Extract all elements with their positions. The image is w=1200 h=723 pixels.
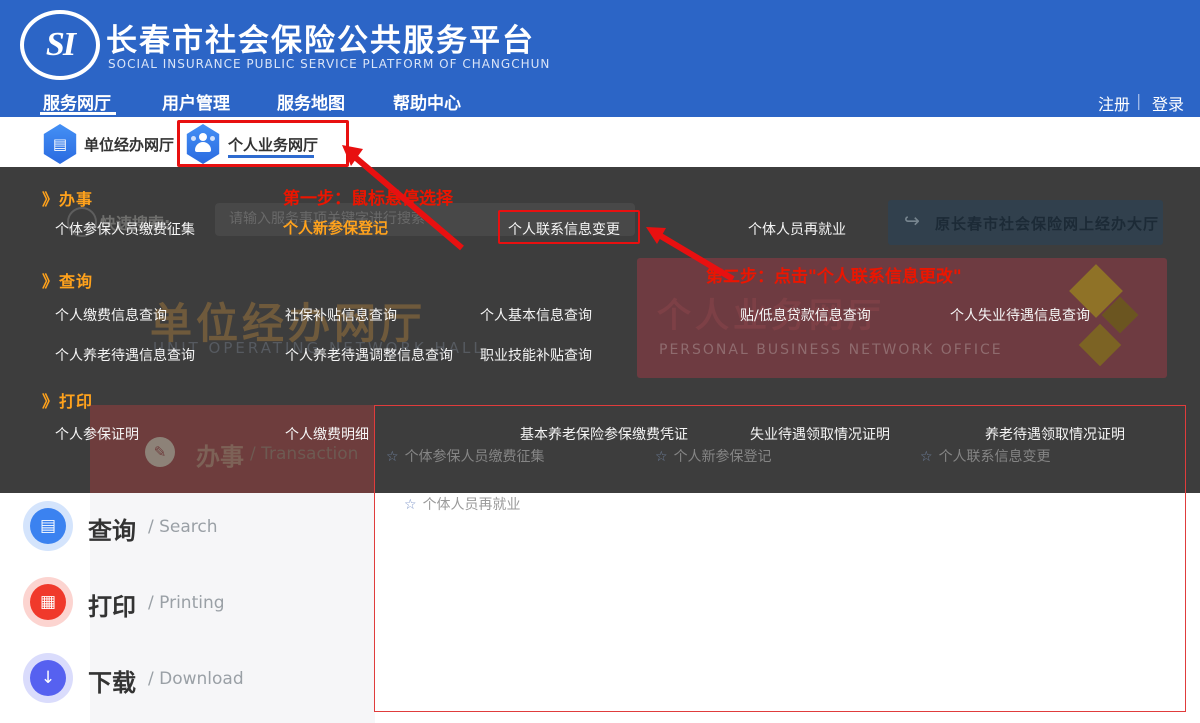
hall-switch-bar: ▤ — [0, 117, 1200, 167]
menu-item-skill-subsidy-query[interactable]: 职业技能补贴查询 — [480, 345, 592, 365]
banner-illustration — [1079, 324, 1121, 366]
section-query: 》查询 — [42, 268, 93, 292]
personal-hall-icon — [185, 124, 221, 164]
auth-divider: | — [1136, 91, 1141, 110]
menu-item-subsidy-info-query[interactable]: 社保补贴信息查询 — [285, 305, 397, 325]
section-transaction: 》办事 — [42, 186, 93, 210]
logo-text: SI — [46, 26, 74, 64]
panel-item-ghost[interactable]: ☆个人新参保登记 — [655, 446, 772, 466]
menu-item-pension-info-query[interactable]: 个人养老待遇信息查询 — [55, 345, 195, 365]
header: SI 长春市社会保险公共服务平台 SOCIAL INSURANCE PUBLIC… — [0, 0, 1200, 117]
share-arrow-icon: ↪ — [904, 210, 920, 232]
panel-item-ghost[interactable]: ☆个人联系信息变更 — [920, 446, 1051, 466]
star-icon: ☆ — [404, 497, 417, 513]
person-icon — [195, 142, 211, 152]
sidebar-item-search[interactable]: 查询 — [88, 511, 136, 546]
search-icon: ▤ — [30, 508, 66, 544]
menu-item-unemployment-benefit-query[interactable]: 个人失业待遇信息查询 — [950, 305, 1090, 325]
page: SI 长春市社会保险公共服务平台 SOCIAL INSURANCE PUBLIC… — [0, 0, 1200, 723]
edit-icon: ✎ — [145, 437, 175, 467]
sidebar-item-printing-en: / Printing — [148, 593, 225, 613]
active-nav-underline — [40, 112, 116, 115]
menu-item-basic-info-query[interactable]: 个人基本信息查询 — [480, 305, 592, 325]
download-icon: ↓ — [30, 660, 66, 696]
star-icon: ☆ — [655, 449, 668, 465]
sidebar-item-printing[interactable]: 打印 — [88, 587, 136, 622]
sidebar-item-search-en: / Search — [148, 517, 218, 537]
menu-item-insurance-certificate[interactable]: 个人参保证明 — [55, 424, 139, 444]
panel-item-reemployment[interactable]: ☆个体人员再就业 — [404, 494, 521, 514]
unit-hall-icon: ▤ — [42, 124, 78, 164]
tab-personal-hall[interactable]: 个人业务网厅 — [228, 134, 318, 155]
tab-unit-hall[interactable]: 单位经办网厅 — [84, 134, 174, 155]
personal-hall-underline — [228, 155, 314, 158]
site-title: 长春市社会保险公共服务平台 — [106, 15, 535, 60]
menu-item-reemployment[interactable]: 个体人员再就业 — [748, 219, 846, 239]
dropdown-overlay: 快速搜索: 请输入服务事项关键字进行搜索 单位经办网厅 UNIT OPERATI… — [0, 167, 1200, 493]
nav-service-hall[interactable]: 服务网厅 — [43, 89, 111, 114]
nav-user-management[interactable]: 用户管理 — [162, 89, 230, 114]
site-subtitle: SOCIAL INSURANCE PUBLIC SERVICE PLATFORM… — [108, 57, 550, 71]
menu-item-payment-detail[interactable]: 个人缴费明细 — [285, 424, 369, 444]
person-icon — [210, 136, 215, 141]
site-logo: SI — [20, 10, 100, 80]
legacy-hall-button[interactable]: ↪ 原长春市社会保险网上经办大厅 — [888, 200, 1163, 245]
sidebar-item-download[interactable]: 下载 — [88, 663, 136, 698]
menu-item-contribution-collection[interactable]: 个体参保人员缴费征集 — [55, 219, 195, 239]
sidebar-item-download-en: / Download — [148, 669, 244, 689]
menu-item-pension-receipt-certificate[interactable]: 养老待遇领取情况证明 — [985, 424, 1125, 444]
menu-item-pension-adjustment-query[interactable]: 个人养老待遇调整信息查询 — [285, 345, 453, 365]
nav-help-center[interactable]: 帮助中心 — [393, 89, 461, 114]
nav-service-map[interactable]: 服务地图 — [277, 89, 345, 114]
login-link[interactable]: 登录 — [1152, 91, 1184, 115]
printer-icon: ▦ — [30, 584, 66, 620]
person-icon — [191, 136, 196, 141]
menu-item-new-registration[interactable]: 个人新参保登记 — [283, 217, 388, 238]
panel-item-ghost[interactable]: ☆个体参保人员缴费征集 — [386, 446, 545, 466]
menu-item-pension-payment-voucher[interactable]: 基本养老保险参保缴费凭证 — [520, 424, 688, 444]
document-icon: ▤ — [53, 135, 67, 153]
menu-item-unemployment-receipt-certificate[interactable]: 失业待遇领取情况证明 — [750, 424, 890, 444]
menu-item-payment-info-query[interactable]: 个人缴费信息查询 — [55, 305, 167, 325]
star-icon: ☆ — [386, 449, 399, 465]
sidebar-item-transaction[interactable]: ✎ 办事 / Transaction — [90, 405, 375, 493]
menu-item-contact-info-change[interactable]: 个人联系信息变更 — [508, 219, 620, 239]
personal-banner-subtitle: PERSONAL BUSINESS NETWORK OFFICE — [659, 342, 1003, 358]
section-print: 》打印 — [42, 388, 93, 412]
menu-item-loan-info-query[interactable]: 贴/低息贷款信息查询 — [740, 305, 871, 325]
register-link[interactable]: 注册 — [1098, 91, 1130, 115]
person-icon — [199, 133, 207, 141]
star-icon: ☆ — [920, 449, 933, 465]
